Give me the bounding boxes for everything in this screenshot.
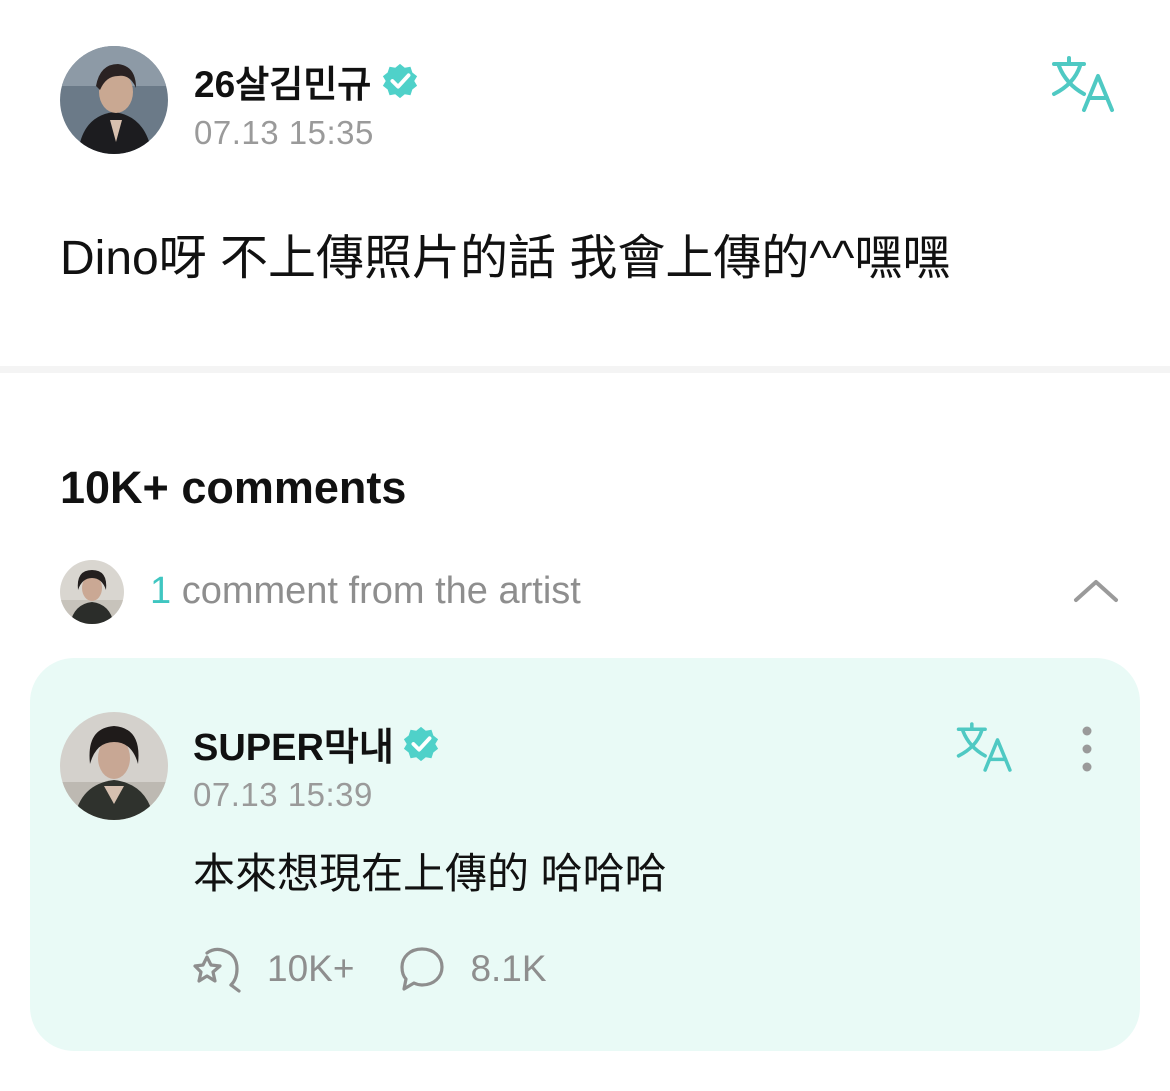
artist-comment-text: comment from the artist	[181, 570, 581, 612]
post-header: 26살김민규 07.13 15:35	[60, 46, 1120, 158]
cheer-count: 10K+	[267, 948, 355, 989]
translate-icon[interactable]	[1050, 54, 1120, 114]
artist-comment-card: SUPER막내 07.13 15:39 本來想現在上傳的 哈哈哈 10K+ 8.…	[30, 658, 1140, 1051]
verified-badge-icon	[402, 725, 440, 763]
comment-body: 本來想現在上傳的 哈哈哈	[193, 850, 667, 897]
post-author-name[interactable]: 26살김민규	[194, 54, 371, 108]
comments-heading: 10K+ comments	[60, 462, 407, 513]
post-body: Dino呀 不上傳照片的話 我會上傳的^^嘿嘿	[60, 232, 951, 285]
more-options-icon[interactable]	[1070, 724, 1104, 774]
translate-icon[interactable]	[955, 720, 1017, 774]
cheer-icon[interactable]	[193, 943, 245, 995]
comment-actions: 10K+ 8.1K	[193, 942, 589, 996]
post-screen: 26살김민규 07.13 15:35 Dino呀 不上傳照片的話 我會上傳的^^…	[0, 0, 1170, 1091]
author-avatar[interactable]	[60, 46, 168, 154]
section-divider	[0, 366, 1170, 373]
reply-icon[interactable]	[396, 943, 448, 995]
comment-author-avatar[interactable]	[60, 712, 168, 820]
reply-count: 8.1K	[470, 948, 547, 989]
artist-comments-toggle[interactable]: 1 comment from the artist	[60, 560, 1120, 624]
verified-badge-icon	[381, 62, 419, 100]
artist-avatar	[60, 560, 124, 624]
comment-author[interactable]: SUPER막내	[193, 716, 440, 771]
artist-comment-count: 1	[150, 570, 172, 612]
post-timestamp: 07.13 15:35	[194, 114, 374, 151]
comment-timestamp: 07.13 15:39	[193, 776, 373, 813]
artist-comments-label[interactable]: 1 comment from the artist	[150, 570, 581, 613]
post-author[interactable]: 26살김민규	[194, 54, 419, 108]
chevron-up-icon[interactable]	[1072, 570, 1120, 610]
comment-author-name[interactable]: SUPER막내	[193, 716, 394, 771]
